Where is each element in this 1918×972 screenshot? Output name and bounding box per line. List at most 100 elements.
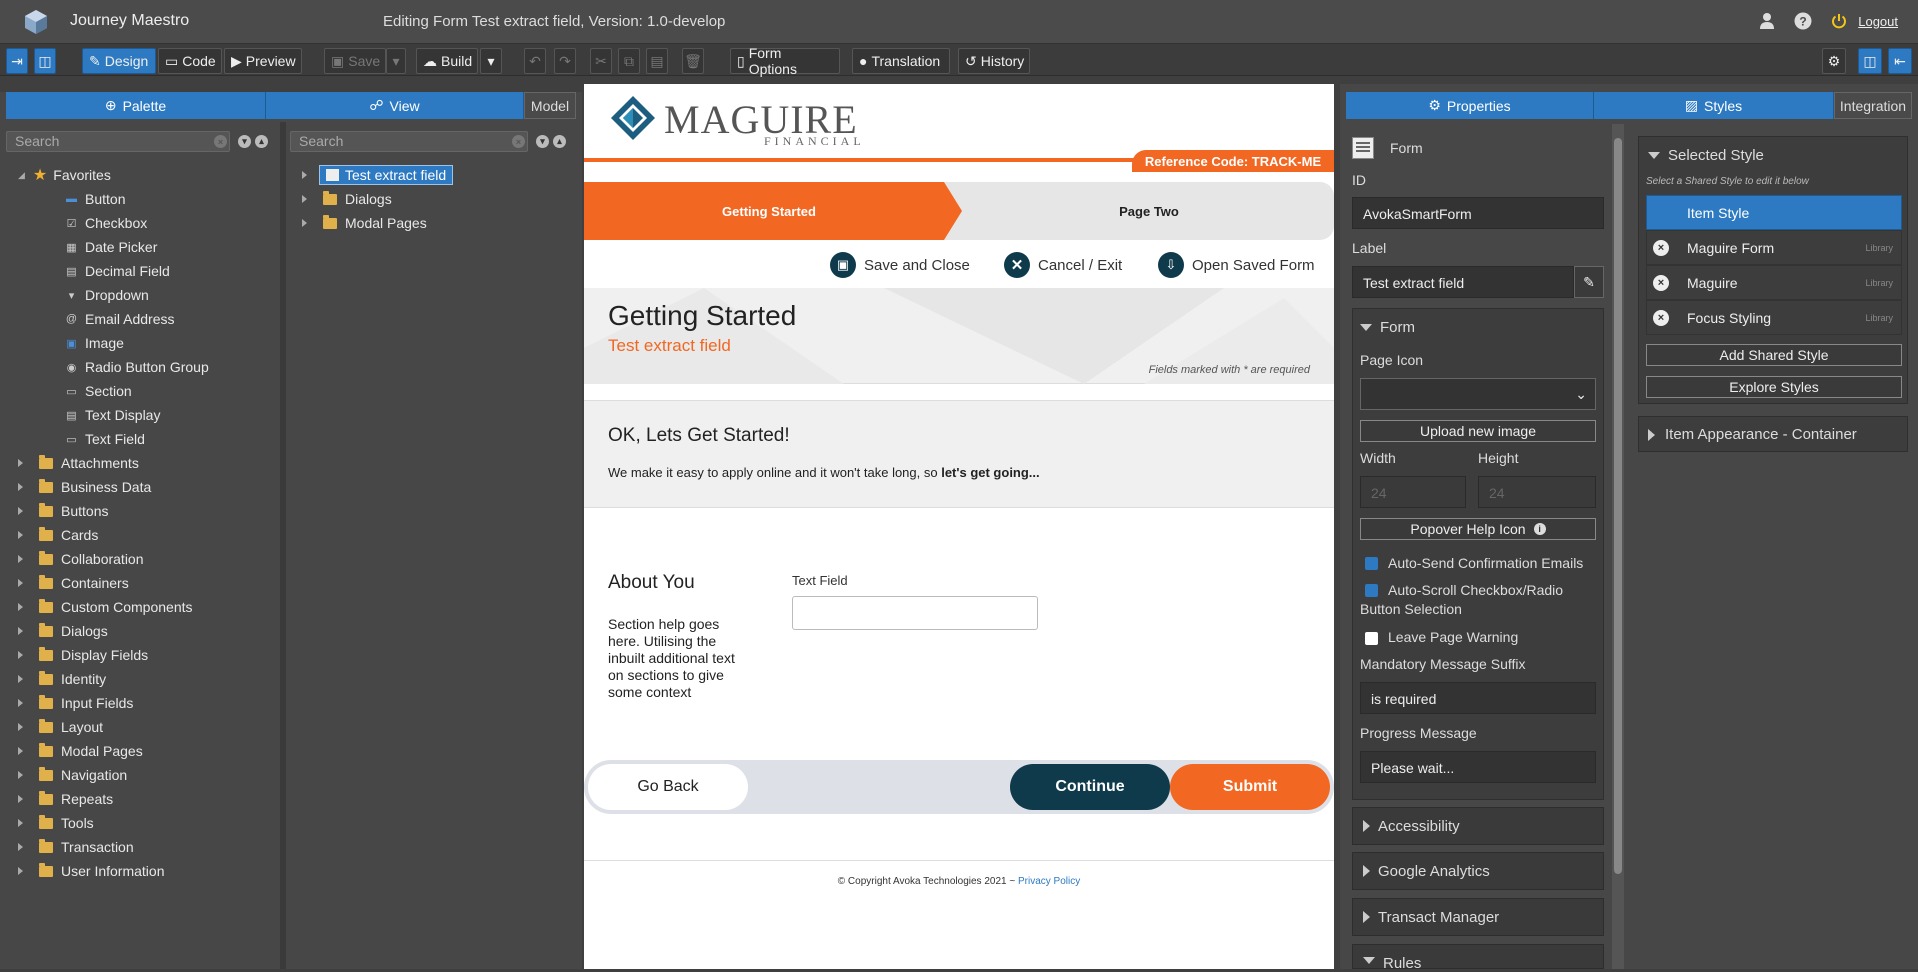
palette-category[interactable]: Custom Components: [18, 597, 193, 617]
remove-style-icon[interactable]: ×: [1653, 239, 1669, 256]
form-options-button[interactable]: ▯ Form Options: [730, 45, 840, 77]
palette-item[interactable]: ▣ Image: [64, 333, 124, 353]
rules-section[interactable]: Rules: [1352, 944, 1604, 972]
view-tree-folder[interactable]: Dialogs: [302, 189, 392, 209]
palette-item[interactable]: ▤ Text Display: [64, 405, 160, 425]
palette-category[interactable]: Cards: [18, 525, 98, 545]
clear-search-icon[interactable]: ×: [214, 135, 227, 148]
tab-properties[interactable]: ⚙ Properties: [1346, 92, 1594, 119]
tab-integration[interactable]: Integration: [1834, 92, 1912, 119]
history-button[interactable]: ↺ History: [958, 48, 1030, 74]
palette-category[interactable]: Buttons: [18, 501, 108, 521]
palette-category[interactable]: Layout: [18, 717, 103, 737]
save-dropdown[interactable]: ▾: [386, 48, 406, 74]
leave-warning-checkbox[interactable]: [1365, 632, 1378, 645]
build-button[interactable]: ☁ Build: [416, 48, 478, 74]
accessibility-section[interactable]: Accessibility: [1352, 807, 1604, 845]
code-button[interactable]: ▭ Code: [158, 48, 222, 74]
palette-item[interactable]: ◉ Radio Button Group: [64, 357, 209, 377]
label-input[interactable]: Test extract field: [1352, 266, 1574, 298]
height-input[interactable]: 24: [1478, 476, 1596, 508]
cut-icon[interactable]: ✂: [590, 48, 612, 74]
exit-icon[interactable]: ⇥: [6, 48, 28, 74]
design-button[interactable]: ✎ Design: [82, 48, 156, 74]
popover-help-icon-button[interactable]: Popover Help Icon i: [1360, 518, 1596, 540]
help-icon[interactable]: ?: [1792, 10, 1814, 32]
view-expand-all-icon[interactable]: ▾: [536, 135, 549, 148]
privacy-policy-link[interactable]: Privacy Policy: [1018, 876, 1080, 887]
translation-button[interactable]: ● Translation: [852, 48, 950, 74]
delete-icon[interactable]: 🗑: [682, 48, 704, 74]
palette-category[interactable]: Navigation: [18, 765, 127, 785]
palette-item[interactable]: ▦ Date Picker: [64, 237, 157, 257]
palette-category[interactable]: Business Data: [18, 477, 151, 497]
power-icon[interactable]: [1828, 10, 1850, 32]
step-page-two[interactable]: Page Two: [964, 182, 1334, 240]
palette-search-input[interactable]: Search: [6, 131, 230, 152]
paste-icon[interactable]: ▤: [646, 48, 668, 74]
page-icon-select[interactable]: ⌄: [1360, 378, 1596, 410]
collapse-right-icon[interactable]: ⇤: [1888, 48, 1912, 74]
width-input[interactable]: 24: [1360, 476, 1466, 508]
style-row-shared[interactable]: × Maguire Library: [1646, 265, 1902, 300]
palette-category[interactable]: Repeats: [18, 789, 113, 809]
tab-palette[interactable]: ⊕ Palette: [6, 92, 266, 119]
palette-category[interactable]: Input Fields: [18, 693, 133, 713]
continue-button[interactable]: Continue: [1010, 764, 1170, 810]
step-getting-started[interactable]: Getting Started: [584, 182, 954, 240]
save-button[interactable]: ▣ Save: [324, 48, 386, 74]
palette-item[interactable]: ▾ Dropdown: [64, 285, 149, 305]
progress-message-input[interactable]: Please wait...: [1360, 751, 1596, 783]
id-input[interactable]: AvokaSmartForm: [1352, 197, 1604, 229]
open-saved-form-button[interactable]: ⇩ Open Saved Form: [1158, 252, 1315, 278]
selected-style-header[interactable]: Selected Style: [1648, 147, 1764, 164]
cancel-exit-button[interactable]: ✕ Cancel / Exit: [1004, 252, 1122, 278]
tree-splitter[interactable]: [280, 122, 286, 969]
tab-styles[interactable]: ▨ Styles: [1594, 92, 1834, 119]
clear-view-search-icon[interactable]: ×: [512, 135, 525, 148]
transact-manager-section[interactable]: Transact Manager: [1352, 898, 1604, 936]
settings-gear-icon[interactable]: ⚙: [1822, 48, 1846, 74]
copy-icon[interactable]: ⧉: [618, 48, 640, 74]
collapse-all-icon[interactable]: ▴: [255, 135, 268, 148]
palette-category[interactable]: Attachments: [18, 453, 139, 473]
tab-view[interactable]: ☍ View: [266, 92, 524, 119]
palette-category[interactable]: Dialogs: [18, 621, 108, 641]
palette-item[interactable]: @ Email Address: [64, 309, 175, 329]
form-section-header[interactable]: Form: [1360, 319, 1415, 336]
view-collapse-all-icon[interactable]: ▴: [553, 135, 566, 148]
style-row-shared[interactable]: × Maguire Form Library: [1646, 230, 1902, 265]
palette-item[interactable]: ▭ Text Field: [64, 429, 145, 449]
text-field-input[interactable]: [792, 596, 1038, 630]
auto-send-checkbox[interactable]: [1365, 557, 1378, 570]
item-appearance-header[interactable]: Item Appearance - Container: [1648, 426, 1857, 443]
palette-category[interactable]: Identity: [18, 669, 106, 689]
tab-model[interactable]: Model: [524, 92, 576, 119]
expand-all-icon[interactable]: ▾: [238, 135, 251, 148]
panel-toggle-icon[interactable]: ◫: [1858, 48, 1882, 74]
palette-item[interactable]: ☑ Checkbox: [64, 213, 148, 233]
palette-category[interactable]: Display Fields: [18, 645, 148, 665]
palette-item[interactable]: ▭ Section: [64, 381, 131, 401]
user-icon[interactable]: [1756, 10, 1778, 32]
style-row-item-style[interactable]: Item Style: [1646, 195, 1902, 230]
save-and-close-button[interactable]: ▣ Save and Close: [830, 252, 970, 278]
explore-styles-button[interactable]: Explore Styles: [1646, 376, 1902, 398]
style-row-shared[interactable]: × Focus Styling Library: [1646, 300, 1902, 335]
palette-category[interactable]: Collaboration: [18, 549, 144, 569]
palette-category[interactable]: Containers: [18, 573, 129, 593]
google-analytics-section[interactable]: Google Analytics: [1352, 852, 1604, 890]
view-tree-folder[interactable]: Modal Pages: [302, 213, 427, 233]
add-shared-style-button[interactable]: Add Shared Style: [1646, 344, 1902, 366]
palette-item[interactable]: ▤ Decimal Field: [64, 261, 170, 281]
build-dropdown[interactable]: ▾: [480, 48, 502, 74]
go-back-button[interactable]: Go Back: [588, 764, 748, 810]
layout-toggle-icon[interactable]: ◫: [34, 48, 56, 74]
remove-style-icon[interactable]: ×: [1653, 309, 1669, 326]
palette-category[interactable]: Tools: [18, 813, 94, 833]
redo-icon[interactable]: ↷: [554, 48, 576, 74]
tree-favorites[interactable]: ◢ ★ Favorites: [18, 165, 111, 185]
submit-button[interactable]: Submit: [1170, 764, 1330, 810]
view-tree-form-node[interactable]: Test extract field: [302, 165, 454, 185]
palette-item[interactable]: ▬ Button: [64, 189, 125, 209]
